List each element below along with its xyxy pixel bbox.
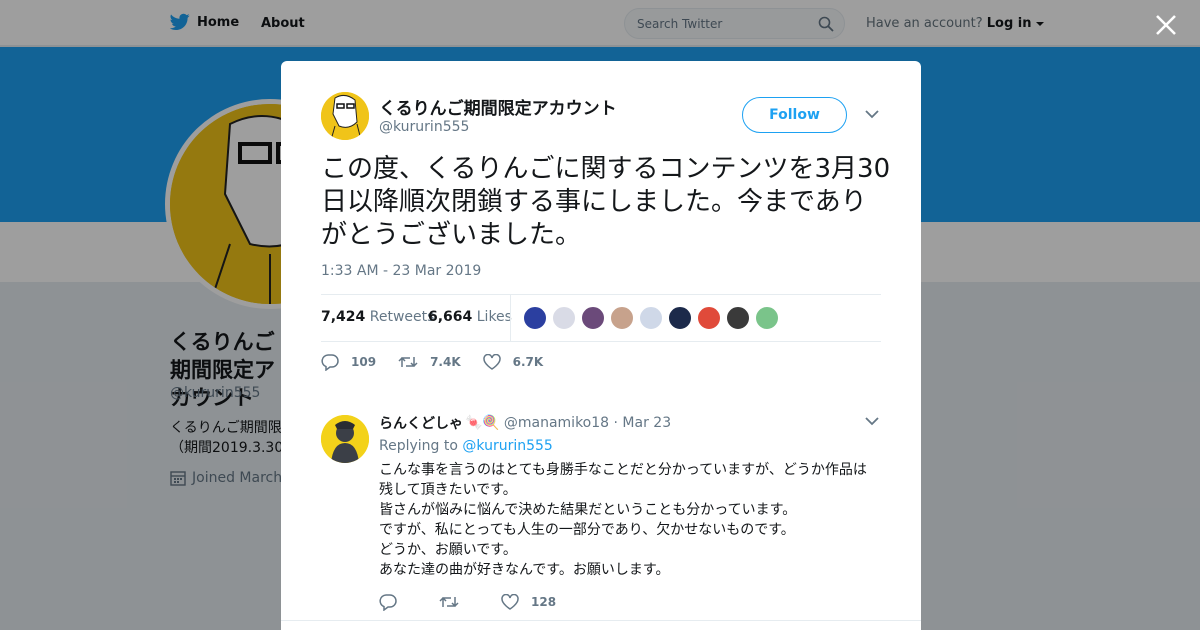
reply-avatar[interactable] <box>321 415 369 463</box>
likes-count: 6,664 <box>428 309 473 325</box>
retweets-stat[interactable]: 7,424 Retweets <box>321 309 434 325</box>
likes-stat[interactable]: 6,664 Likes <box>428 309 512 325</box>
tweet-modal: くるりんご期間限定アカウント @kururin555 Follow この度、くる… <box>281 61 921 630</box>
reply-text: こんな事を言うのはとても身勝手なことだと分かっていますが、どうか作品は 残して頂… <box>379 460 879 580</box>
liker-avatar[interactable] <box>581 306 605 330</box>
likes-label: Likes <box>476 309 512 325</box>
reply-icon <box>321 354 339 371</box>
replying-to: Replying to @kururin555 <box>379 438 553 454</box>
liker-avatar[interactable] <box>755 306 779 330</box>
retweet-icon <box>439 596 459 608</box>
author-avatar[interactable] <box>321 92 369 140</box>
replying-to-link[interactable]: @kururin555 <box>462 438 552 454</box>
retweets-label: Retweets <box>369 309 435 325</box>
reply-date-text: · Mar 23 <box>613 415 672 431</box>
reply-actions: 128 <box>379 593 586 611</box>
tweet-text: この度、くるりんごに関するコンテンツを3月30日以降順次閉鎖する事にしました。今… <box>321 154 891 250</box>
retweet-icon <box>398 356 418 368</box>
reply-count: 109 <box>351 355 377 369</box>
follow-button[interactable]: Follow <box>742 97 847 133</box>
chevron-down-icon[interactable] <box>865 109 879 119</box>
liker-avatar[interactable] <box>726 306 750 330</box>
author-avatar-image <box>321 92 369 140</box>
reply-text-line: ですが、私にとっても人生の一部分であり、欠かせないものです。 <box>379 522 795 538</box>
reply-date[interactable]: · Mar 23 <box>609 415 672 431</box>
reply-retweet-button[interactable] <box>439 594 471 610</box>
retweet-button[interactable]: 7.4K <box>398 354 461 370</box>
reply-text-line: どうか、お願いです。 <box>379 542 517 558</box>
retweet-count: 7.4K <box>430 355 461 369</box>
close-icon[interactable] <box>1153 12 1179 38</box>
reply-button[interactable]: 109 <box>321 353 376 371</box>
reply-text-line: 残して頂きたいです。 <box>379 482 517 498</box>
author-handle[interactable]: @kururin555 <box>379 119 469 135</box>
tweet-timestamp[interactable]: 1:33 AM - 23 Mar 2019 <box>321 263 481 279</box>
reply-like-button[interactable]: 128 <box>501 594 556 610</box>
replying-to-label: Replying to <box>379 438 458 454</box>
likers-avatars <box>523 306 779 330</box>
reply-author-handle[interactable]: @manamiko18 <box>504 415 609 431</box>
divider <box>321 294 881 295</box>
reply-text-line: あなた達の曲が好きなんです。お願いします。 <box>379 562 670 578</box>
reply-author-emoji: 🍬🍭 <box>465 415 500 431</box>
divider <box>281 620 921 621</box>
liker-avatar[interactable] <box>668 306 692 330</box>
reply-avatar-image <box>321 415 369 463</box>
heart-icon <box>482 354 501 370</box>
liker-avatar[interactable] <box>639 306 663 330</box>
author-name[interactable]: くるりんご期間限定アカウント <box>379 94 617 119</box>
like-button[interactable]: 6.7K <box>482 354 544 370</box>
reply-header: らんくどしゃ 🍬🍭 @manamiko18 · Mar 23 <box>379 413 671 433</box>
reply-reply-button[interactable] <box>379 593 409 611</box>
liker-avatar[interactable] <box>552 306 576 330</box>
reply-like-count: 128 <box>531 595 557 609</box>
liker-avatar[interactable] <box>523 306 547 330</box>
reply-text-line: 皆さんが悩みに悩んで決めた結果だということも分かっています。 <box>379 502 797 518</box>
reply-icon <box>379 594 397 611</box>
liker-avatar[interactable] <box>697 306 721 330</box>
reply-text-line: こんな事を言うのはとても身勝手なことだと分かっていますが、どうか作品は <box>379 462 867 478</box>
chevron-down-icon[interactable] <box>865 416 879 426</box>
reply-author-name[interactable]: らんくどしゃ <box>379 413 463 433</box>
retweets-count: 7,424 <box>321 309 366 325</box>
divider <box>321 341 881 342</box>
tweet-actions: 109 7.4K 6.7K <box>321 353 565 371</box>
divider <box>510 295 511 341</box>
liker-avatar[interactable] <box>610 306 634 330</box>
like-count: 6.7K <box>512 355 544 369</box>
heart-icon <box>501 594 519 610</box>
